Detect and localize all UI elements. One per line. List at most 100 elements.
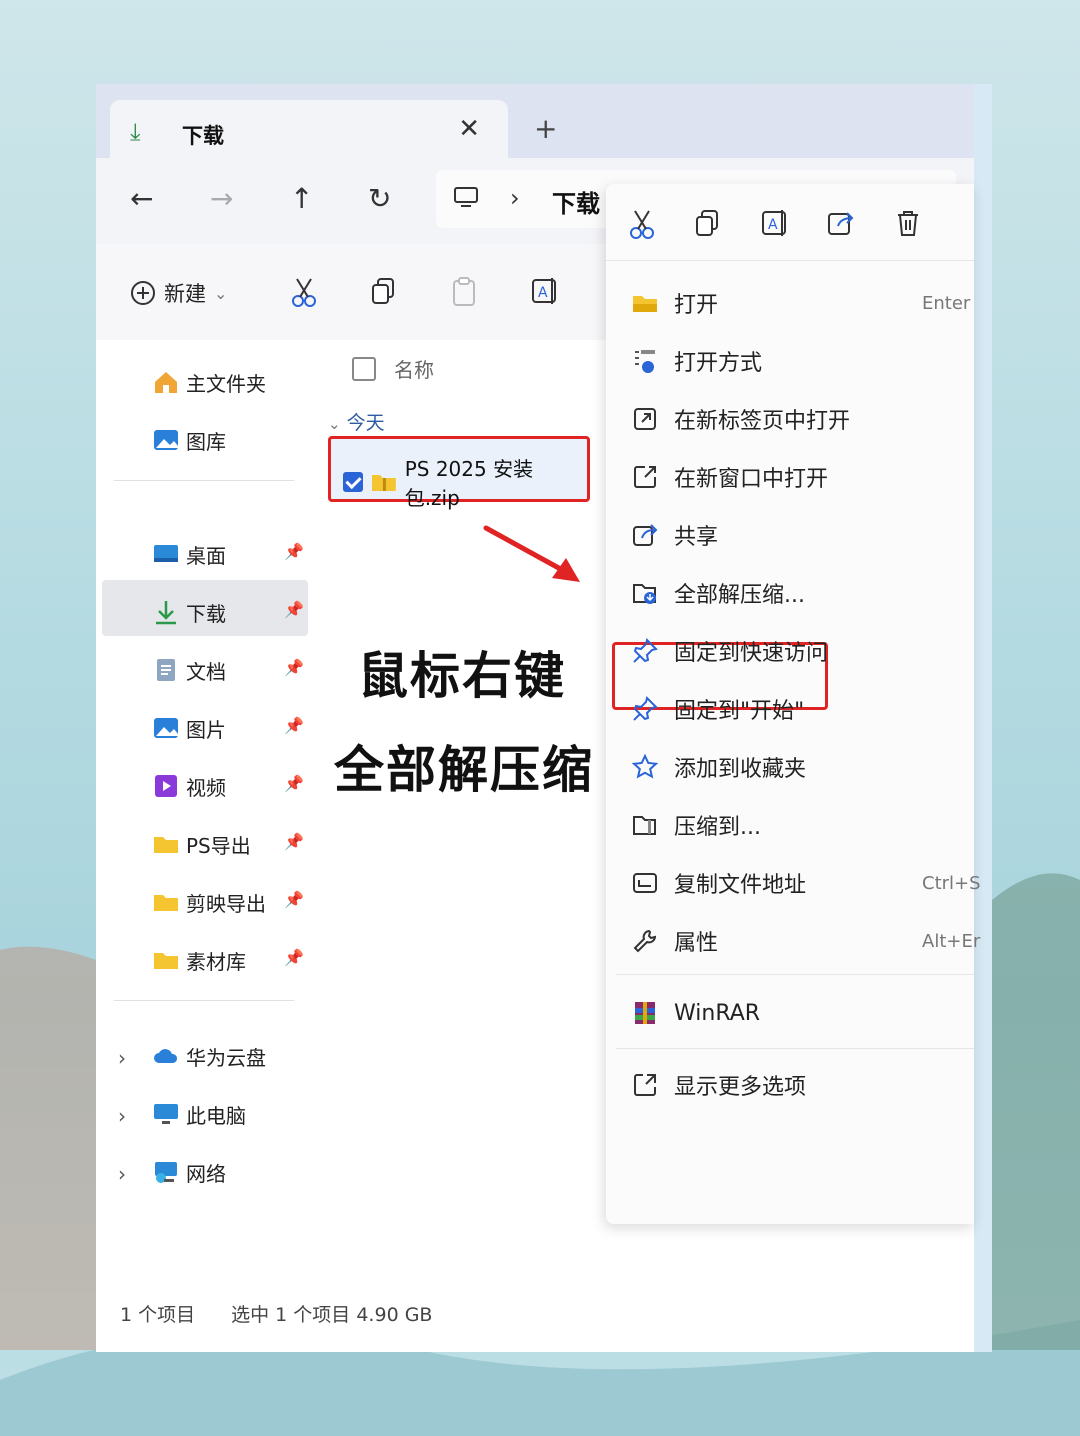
- expand-chevron-icon[interactable]: ›: [118, 1162, 126, 1186]
- video-icon: [155, 775, 177, 797]
- delete-icon[interactable]: [894, 208, 922, 238]
- menu-item-extract-all[interactable]: 全部解压缩...: [628, 570, 974, 616]
- menu-item-label: WinRAR: [674, 1000, 761, 1026]
- menu-item-label: 固定到快速访问: [674, 641, 829, 666]
- menu-separator: [616, 1048, 974, 1049]
- cloud-icon: [154, 1049, 178, 1063]
- monitor-icon: [154, 1104, 178, 1124]
- rename-icon[interactable]: A: [530, 276, 560, 306]
- menu-item-more-options[interactable]: 显示更多选项: [628, 1062, 974, 1108]
- gallery-icon: [154, 430, 178, 450]
- select-all-checkbox[interactable]: [352, 356, 376, 381]
- menu-item-label: 打开方式: [674, 351, 763, 376]
- sidebar-item-this-pc[interactable]: 此电脑: [152, 1094, 246, 1134]
- sidebar-item-pictures[interactable]: 图片: [152, 708, 226, 748]
- sidebar-item-documents[interactable]: 文档: [152, 650, 226, 690]
- sidebar-item-jianying-export[interactable]: 剪映导出: [152, 882, 266, 922]
- menu-item-pin-quick-access[interactable]: 固定到快速访问: [628, 628, 974, 674]
- zip-icon: [628, 808, 662, 842]
- pin-icon[interactable]: 📌: [284, 600, 304, 619]
- refresh-button[interactable]: ↻: [368, 182, 391, 215]
- svg-text:A: A: [538, 285, 548, 301]
- menu-item-label: 在新窗口中打开: [674, 467, 829, 492]
- status-item-count: 1 个项目: [120, 1304, 196, 1326]
- pin-icon[interactable]: 📌: [284, 716, 304, 735]
- menu-shortcut: Enter: [922, 292, 971, 314]
- file-row-selected[interactable]: PS 2025 安装包.zip: [328, 436, 590, 510]
- sidebar-label: 图库: [186, 429, 226, 454]
- sidebar-item-videos[interactable]: 视频: [152, 766, 226, 806]
- title-bar: ⤓ 下载 ✕ +: [96, 84, 974, 158]
- copy-icon[interactable]: [694, 208, 722, 238]
- file-checkbox[interactable]: [343, 472, 363, 492]
- menu-item-properties[interactable]: 属性 Alt+Er: [628, 918, 980, 964]
- menu-item-label: 固定到"开始": [674, 699, 805, 724]
- sidebar-item-ps-export[interactable]: PS导出: [152, 824, 251, 864]
- menu-item-pin-start[interactable]: 固定到"开始": [628, 686, 974, 732]
- cut-icon[interactable]: [290, 276, 318, 308]
- back-button[interactable]: ←: [130, 182, 153, 215]
- pin-icon[interactable]: 📌: [284, 948, 304, 967]
- pin-icon[interactable]: 📌: [284, 774, 304, 793]
- expand-chevron-icon[interactable]: ›: [118, 1104, 126, 1128]
- menu-item-share[interactable]: 共享: [628, 512, 974, 558]
- sidebar-label: 剪映导出: [186, 891, 266, 916]
- folder-icon: [154, 837, 178, 853]
- breadcrumb-current[interactable]: 下载: [552, 184, 600, 219]
- copy-icon[interactable]: [370, 276, 398, 306]
- sidebar-label: 网络: [186, 1161, 226, 1186]
- pin-icon: [628, 692, 662, 726]
- sidebar-item-downloads[interactable]: 下载: [152, 592, 226, 632]
- column-header-name[interactable]: 名称: [352, 354, 434, 383]
- menu-item-open[interactable]: 打开 Enter: [628, 280, 974, 326]
- copy-path-icon: [628, 866, 662, 900]
- menu-item-open-new-tab[interactable]: 在新标签页中打开: [628, 396, 974, 442]
- group-label: 今天: [346, 412, 385, 434]
- sidebar-item-home[interactable]: 主文件夹: [152, 362, 266, 402]
- pin-icon[interactable]: 📌: [284, 542, 304, 561]
- menu-separator: [616, 974, 974, 975]
- menu-item-label: 在新标签页中打开: [674, 409, 851, 434]
- expand-chevron-icon[interactable]: ›: [118, 1046, 126, 1070]
- menu-item-open-new-window[interactable]: 在新窗口中打开: [628, 454, 974, 500]
- sidebar-item-assets[interactable]: 素材库: [152, 940, 246, 980]
- sidebar-label: 素材库: [186, 949, 246, 974]
- tab-downloads[interactable]: ⤓ 下载 ✕: [110, 100, 508, 158]
- new-button[interactable]: 新建 ⌄: [130, 278, 227, 308]
- pin-icon[interactable]: 📌: [284, 832, 304, 851]
- cut-icon[interactable]: [628, 208, 656, 240]
- group-header-today[interactable]: ⌄ 今天: [328, 408, 385, 435]
- status-bar: 1 个项目 选中 1 个项目 4.90 GB: [120, 1300, 432, 1327]
- status-selection: 选中 1 个项目 4.90 GB: [231, 1304, 433, 1326]
- menu-item-winrar[interactable]: WinRAR: [628, 990, 974, 1036]
- star-icon: [628, 750, 662, 784]
- folder-icon: [154, 895, 178, 911]
- sidebar-label: 桌面: [186, 543, 226, 568]
- svg-text:A: A: [768, 217, 778, 233]
- close-tab-icon[interactable]: ✕: [458, 114, 480, 144]
- menu-shortcut: Ctrl+S: [922, 872, 981, 894]
- sidebar-item-network[interactable]: 网络: [152, 1152, 226, 1192]
- menu-shortcut: Alt+Er: [922, 930, 981, 952]
- menu-item-label: 压缩到...: [674, 815, 761, 840]
- paste-icon[interactable]: [450, 276, 478, 308]
- sidebar-item-huawei-cloud[interactable]: 华为云盘: [152, 1036, 266, 1076]
- menu-item-label: 复制文件地址: [674, 873, 807, 898]
- menu-item-open-with[interactable]: 打开方式: [628, 338, 974, 384]
- menu-item-compress-to[interactable]: 压缩到...: [628, 802, 974, 848]
- rename-icon[interactable]: A: [760, 208, 790, 238]
- context-menu: A 打开 Enter 打开方式 在新标签页中打开 在新窗口中打开 共享 全部解压…: [606, 184, 981, 1224]
- pin-icon[interactable]: 📌: [284, 658, 304, 677]
- menu-item-label: 打开: [674, 293, 719, 318]
- share-icon[interactable]: [826, 208, 856, 238]
- sidebar-item-desktop[interactable]: 桌面: [152, 534, 226, 574]
- menu-item-copy-path[interactable]: 复制文件地址 Ctrl+S: [628, 860, 981, 906]
- pin-icon[interactable]: 📌: [284, 890, 304, 909]
- up-button[interactable]: ↑: [290, 182, 313, 215]
- new-tab-button[interactable]: +: [534, 112, 557, 145]
- menu-item-add-favorites[interactable]: 添加到收藏夹: [628, 744, 974, 790]
- sidebar-item-gallery[interactable]: 图库: [152, 420, 226, 460]
- tab-title: 下载: [182, 124, 224, 148]
- forward-button[interactable]: →: [210, 182, 233, 215]
- desktop-icon: [154, 545, 178, 562]
